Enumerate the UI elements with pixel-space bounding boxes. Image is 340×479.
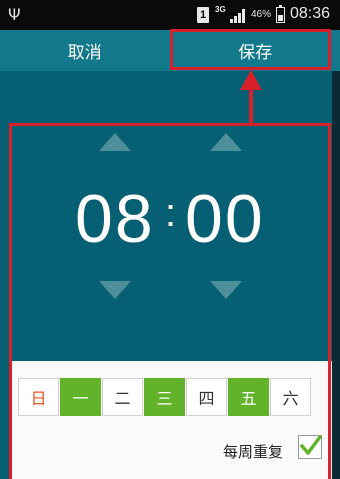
status-clock: 08:36 — [290, 5, 331, 22]
cancel-button[interactable]: 取消 — [0, 30, 170, 71]
annotation-arrow-icon — [240, 70, 262, 90]
status-bar: Ψ 1 3G 46% 08:36 — [0, 0, 340, 30]
save-highlight-box — [170, 29, 331, 70]
usb-icon: Ψ — [8, 5, 21, 24]
network-type-label: 3G — [215, 5, 226, 14]
battery-percent: 46% — [251, 9, 272, 20]
battery-icon — [276, 4, 285, 23]
panel-edge-shade — [332, 71, 340, 479]
sim-card-icon: 1 — [197, 7, 209, 23]
annotation-arrow-shaft — [249, 86, 253, 124]
panel-highlight-box — [9, 123, 331, 479]
signal-strength-icon — [230, 9, 248, 23]
